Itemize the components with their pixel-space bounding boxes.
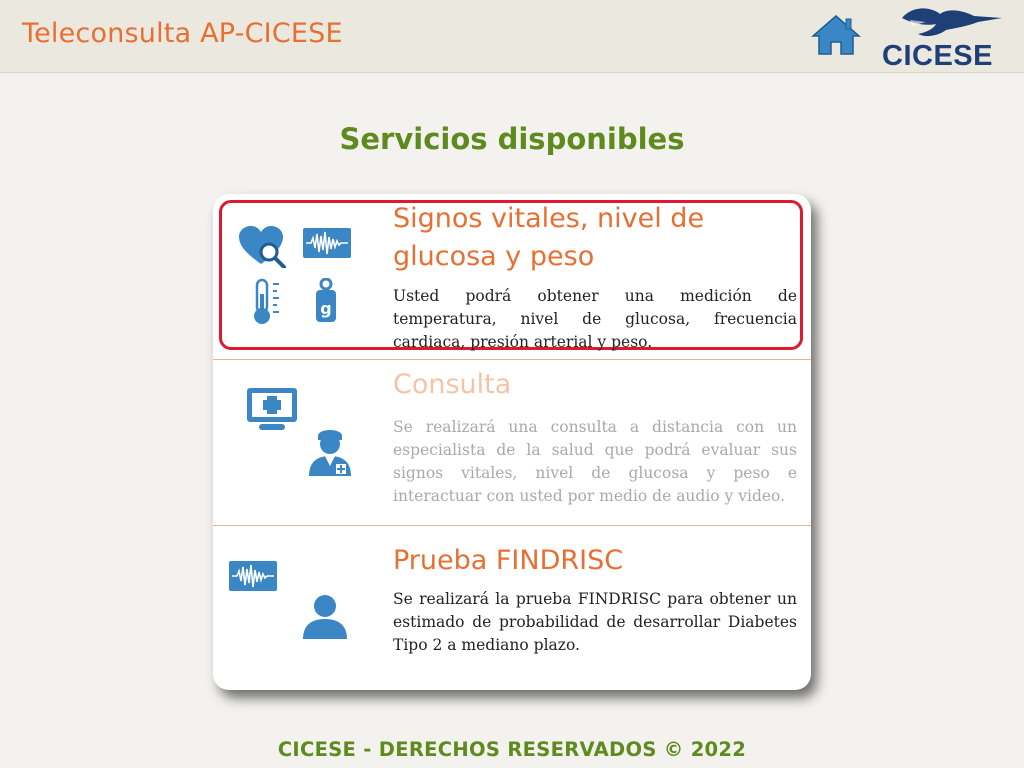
medical-monitor-icon [247, 388, 297, 430]
bird-logo-icon [902, 8, 1002, 37]
service-title: Consulta [393, 369, 512, 400]
services-card: g Signos vitales, nivel de glucosa y pes… [213, 194, 811, 690]
user-icon [303, 595, 347, 639]
svg-text:g: g [320, 299, 331, 318]
home-icon[interactable] [811, 14, 861, 56]
app-header: Teleconsulta AP-CICESE CICESE [0, 0, 1024, 73]
service-description: Usted podrá obtener una medición de temp… [393, 287, 797, 351]
service-consultation[interactable]: Consulta Se realizará una consulta a dis… [213, 359, 811, 525]
heart-search-icon [239, 226, 286, 268]
service-description: Se realizará la prueba FINDRISC para obt… [393, 590, 797, 654]
footer-copyright: CICESE - DERECHOS RESERVADOS © 2022 [277, 738, 747, 761]
service-title: Prueba FINDRISC [393, 545, 624, 576]
service-findrisc[interactable]: Prueba FINDRISC Se realizará la prueba F… [213, 525, 811, 691]
doctor-icon [309, 430, 351, 476]
thermometer-icon [254, 278, 279, 324]
app-title: Teleconsulta AP-CICESE [22, 18, 343, 49]
logo-text: CICESE [882, 40, 993, 72]
service-title-line1: Signos vitales, nivel de [393, 203, 705, 234]
cicese-logo: CICESE [882, 4, 1012, 72]
ecg-waveform-icon [229, 561, 277, 591]
service-title-line2: glucosa y peso [393, 241, 595, 272]
weight-icon: g [316, 278, 336, 322]
service-description: Se realizará una consulta a distancia co… [393, 418, 797, 505]
ecg-waveform-icon [303, 228, 351, 258]
page-title: Servicios disponibles [339, 122, 685, 156]
service-vital-signs[interactable]: g Signos vitales, nivel de glucosa y pes… [213, 194, 811, 359]
